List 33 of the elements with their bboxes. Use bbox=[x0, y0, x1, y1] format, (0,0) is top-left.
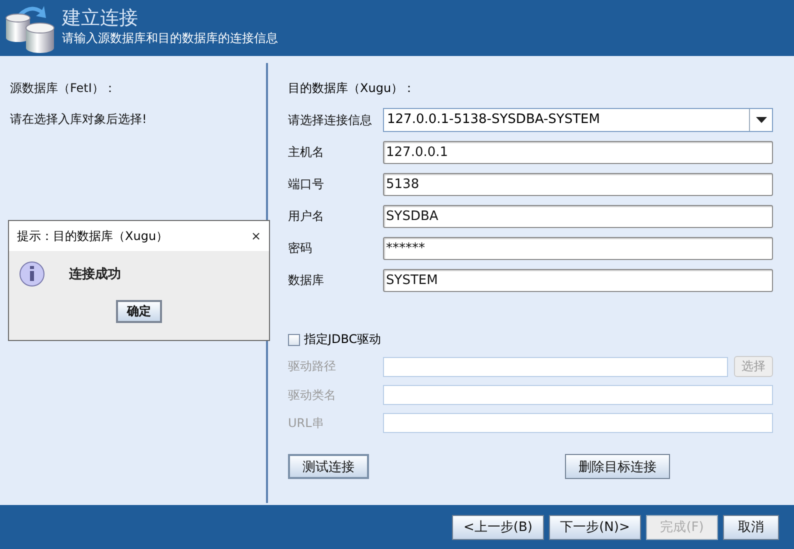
target-heading: 目的数据库（Xugu）： bbox=[288, 80, 416, 97]
dialog-title: 提示：目的数据库（Xugu） bbox=[17, 228, 168, 244]
page-subtitle: 请输入源数据库和目的数据库的连接信息 bbox=[62, 30, 278, 46]
jdbc-checkbox[interactable] bbox=[288, 334, 300, 346]
wizard-button[interactable]: 取消 bbox=[723, 514, 779, 540]
field-label: 驱动路径 bbox=[288, 358, 337, 375]
ok-button[interactable]: 确定 bbox=[116, 300, 162, 323]
wizard-button[interactable]: <上一步(B) bbox=[452, 514, 544, 540]
text-field[interactable]: SYSDBA bbox=[383, 205, 773, 228]
text-field[interactable]: 5138 bbox=[383, 173, 773, 196]
field-label: 驱动类名 bbox=[288, 386, 337, 404]
field-label: 主机名 bbox=[288, 144, 325, 161]
field-label: 数据库 bbox=[288, 272, 325, 289]
wizard-button[interactable]: 下一步(N)> bbox=[549, 514, 641, 540]
dialog-message: 连接成功 bbox=[69, 266, 121, 283]
connection-dropdown[interactable]: 127.0.0.1-5138-SYSDBA-SYSTEM bbox=[383, 108, 773, 132]
delete-connection-button[interactable]: 删除目标连接 bbox=[565, 454, 670, 479]
field-label: URL串 bbox=[288, 414, 325, 432]
source-message: 请在选择入库对象后选择! bbox=[10, 111, 148, 128]
field-label: 用户名 bbox=[288, 208, 325, 225]
text-field[interactable]: ****** bbox=[383, 237, 773, 260]
field-label: 端口号 bbox=[288, 176, 325, 193]
field-label: 密码 bbox=[288, 240, 313, 257]
close-button[interactable]: × bbox=[250, 227, 261, 245]
page-title: 建立连接 bbox=[62, 6, 139, 30]
test-connection-button[interactable]: 测试连接 bbox=[288, 454, 369, 479]
info-icon bbox=[19, 261, 45, 287]
dropdown-arrow-icon bbox=[756, 117, 766, 123]
field-label: 请选择连接信息 bbox=[288, 112, 373, 128]
checkbox-label: 指定JDBC驱动 bbox=[304, 331, 382, 348]
source-heading: 源数据库（FetI）： bbox=[10, 80, 117, 97]
text-field[interactable]: SYSTEM bbox=[383, 269, 773, 292]
text-field[interactable]: 127.0.0.1 bbox=[383, 141, 773, 164]
